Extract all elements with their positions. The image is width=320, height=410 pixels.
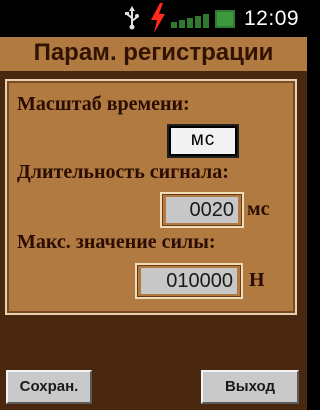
max-force-field[interactable]: 010000 — [135, 263, 243, 299]
charging-bolt-icon — [151, 3, 165, 33]
battery-icon — [215, 10, 235, 28]
time-scale-label: Масштаб времени: — [17, 93, 190, 115]
signal-duration-label: Длительность сигнала: — [17, 161, 229, 183]
time-scale-selector[interactable]: мс — [167, 124, 239, 158]
signal-duration-unit: мс — [247, 198, 270, 220]
max-force-unit: Н — [249, 269, 265, 291]
exit-button[interactable]: Выход — [201, 370, 299, 404]
max-force-value: 010000 — [141, 268, 237, 294]
signal-icon — [171, 14, 209, 28]
page-title: Парам. регистрации — [33, 39, 274, 66]
time-scale-value: мс — [190, 129, 216, 150]
signal-duration-value: 0020 — [166, 197, 238, 223]
usb-icon — [125, 6, 139, 30]
clock: 12:09 — [244, 7, 300, 30]
save-button[interactable]: Сохран. — [6, 370, 92, 404]
status-bar: 12:09 — [0, 0, 307, 37]
device-screen: 12:09 Парам. регистрации Масштаб времени… — [0, 0, 307, 410]
signal-duration-field[interactable]: 0020 — [160, 192, 244, 228]
settings-panel: Масштаб времени: мс Длительность сигнала… — [5, 79, 297, 315]
max-force-label: Макс. значение силы: — [17, 231, 216, 253]
title-bar: Парам. регистрации — [0, 37, 307, 71]
